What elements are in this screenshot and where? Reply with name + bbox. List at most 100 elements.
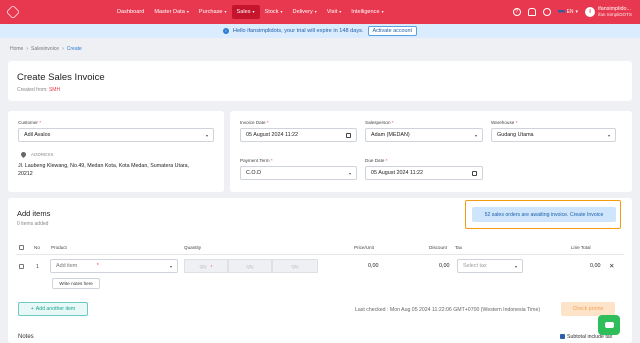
due-date-field[interactable]: 05 August 2024 11:22: [365, 166, 483, 180]
invoice-date-field[interactable]: 05 August 2024 11:22: [240, 128, 357, 142]
bell-icon[interactable]: [527, 8, 536, 16]
nav-item-label: Intelligence: [351, 9, 380, 15]
tax-select[interactable]: Select tax ▾: [457, 259, 523, 273]
nav-item-master-data[interactable]: Master Data ▾: [149, 5, 193, 19]
select-all-checkbox[interactable]: [19, 245, 24, 250]
add-another-item-label: Add another item: [35, 306, 76, 312]
nav-item-purchase[interactable]: Purchase ▾: [194, 5, 232, 19]
nav-item-sales[interactable]: Sales ▾: [231, 5, 260, 19]
invoice-details-card: Invoice Date * 05 August 2024 11:22 Sale…: [230, 111, 632, 192]
col-product: Product: [51, 245, 67, 250]
discount-value[interactable]: 0,00: [439, 263, 450, 269]
help-icon[interactable]: ?: [512, 8, 521, 16]
avatar: I: [585, 7, 596, 17]
payment-term-select[interactable]: C.O.D ▾: [240, 166, 357, 180]
customer-label: Customer *: [18, 120, 41, 125]
chevron-down-icon: ▾: [514, 263, 517, 269]
language-label: EN: [566, 9, 574, 15]
calendar-icon[interactable]: [346, 132, 351, 138]
nav-item-stock[interactable]: Stock ▾: [260, 5, 288, 19]
col-quantity: Quantity: [184, 245, 202, 250]
qty-input-3[interactable]: Qty: [272, 259, 318, 273]
breadcrumb: Home › Salesinvoice › Create: [10, 46, 82, 52]
created-from: Created from: SMH: [17, 87, 60, 93]
qty-input-2[interactable]: Qty: [228, 259, 272, 273]
col-tax: Tax: [455, 245, 463, 250]
check-promo-button[interactable]: Check promo: [561, 302, 615, 316]
warehouse-value: Gudang Utama: [497, 132, 534, 138]
write-notes-button[interactable]: Write notes here: [52, 278, 100, 289]
settings-icon[interactable]: [542, 8, 551, 16]
user-menu[interactable]: I ifansimplido... ifan SimpliDOTS: [585, 6, 632, 18]
awaiting-invoice-banner[interactable]: 52 sales orders are awaiting invoice. Cr…: [472, 207, 616, 222]
nav-item-label: Dashboard: [117, 9, 145, 15]
nav-item-label: Master Data: [154, 9, 185, 15]
trial-banner: i Hello ifansimplidots, your trial will …: [0, 24, 640, 38]
chevron-down-icon: ▾: [348, 170, 351, 176]
payment-term-value: C.O.D: [246, 170, 261, 176]
chevron-down-icon: ▾: [224, 9, 227, 14]
header-card: Create Sales Invoice Created from: SMH: [8, 61, 632, 101]
header-divider: [16, 254, 624, 255]
breadcrumb-create: Create: [66, 46, 82, 52]
nav-item-dashboard[interactable]: Dashboard: [112, 5, 149, 19]
activate-account-button[interactable]: Activate account: [367, 26, 418, 36]
nav-item-label: Delivery: [292, 9, 313, 15]
salesperson-select[interactable]: Adam (MEDAN) ▾: [365, 128, 483, 142]
qty-input-1[interactable]: Qty *: [184, 259, 228, 273]
warehouse-label: Warehouse *: [491, 120, 518, 125]
location-pin-icon: [19, 150, 28, 159]
row-checkbox[interactable]: [19, 264, 24, 269]
app-logo-icon[interactable]: [6, 5, 20, 19]
subtotal-include-tax-checkbox[interactable]: [560, 334, 565, 339]
price-value[interactable]: 0,00: [368, 263, 379, 269]
tax-placeholder: Select tax: [463, 263, 487, 269]
last-checked-text: Last checked : Mon Aug 05 2024 11:22:06 …: [355, 307, 541, 313]
customer-address: Jl. Laubeng Klewang, No.49, Medan Kota, …: [18, 163, 190, 177]
salesperson-label: Salesperson *: [365, 120, 394, 125]
due-date-label: Due Date *: [365, 158, 388, 163]
chevron-down-icon: ▾: [575, 9, 579, 15]
customer-card: Customer * Adil Avalos ▾ ADDRESS Jl. Lau…: [8, 111, 224, 192]
chevron-down-icon: ▾: [169, 263, 172, 269]
chevron-down-icon: ▾: [314, 9, 317, 14]
breadcrumb-home[interactable]: Home: [10, 46, 23, 52]
invoice-date-label: Invoice Date *: [240, 120, 269, 125]
flag-icon: [557, 9, 565, 15]
created-from-link[interactable]: SMH: [49, 87, 60, 93]
salesperson-value: Adam (MEDAN): [371, 132, 410, 138]
product-select[interactable]: Add item * ▾: [50, 259, 178, 273]
top-right-controls: ? EN ▾ I ifansimplido... ifan SimpliDOTS: [512, 0, 632, 24]
line-total-value: 0,00: [590, 263, 601, 269]
product-placeholder: Add item *: [56, 263, 99, 269]
breadcrumb-salesinvoice[interactable]: Salesinvoice: [31, 46, 59, 52]
customer-value: Adil Avalos: [24, 132, 51, 138]
invoice-date-value: 05 August 2024 11:22: [246, 132, 299, 138]
page-title: Create Sales Invoice: [17, 72, 105, 83]
chevron-down-icon: ▾: [280, 9, 283, 14]
chat-fab-button[interactable]: [598, 315, 620, 335]
warehouse-select[interactable]: Gudang Utama ▾: [491, 128, 616, 142]
chevron-down-icon: ▾: [186, 9, 189, 14]
calendar-icon[interactable]: [472, 170, 477, 176]
top-navbar: Dashboard Master Data ▾ Purchase ▾ Sales ▾ Stoc…: [0, 0, 640, 24]
chevron-down-icon: ▾: [381, 9, 384, 14]
nav-item-label: Sales: [236, 9, 251, 15]
chevron-down-icon: ▾: [339, 9, 342, 14]
col-line-total: Line Total: [571, 245, 591, 250]
chevron-down-icon: ▾: [607, 132, 610, 138]
nav-item-delivery[interactable]: Delivery ▾: [288, 5, 322, 19]
user-company: ifan SimpliDOTS: [598, 12, 632, 17]
language-selector[interactable]: EN ▾: [557, 9, 579, 15]
nav-item-intelligence[interactable]: Intelligence ▾: [346, 5, 388, 19]
main-nav: Dashboard Master Data ▾ Purchase ▾ Sales ▾ Stoc…: [112, 5, 389, 19]
customer-select[interactable]: Adil Avalos ▾: [18, 128, 214, 142]
add-items-heading: Add items: [17, 209, 51, 218]
created-from-label: Created from:: [17, 87, 48, 93]
add-another-item-button[interactable]: + Add another item: [18, 302, 88, 316]
col-no: No: [34, 245, 40, 250]
nav-item-visit[interactable]: Visit ▾: [322, 5, 346, 19]
trial-message: Hello ifansimplidots, your trial will ex…: [232, 28, 364, 34]
delete-row-icon[interactable]: ✕: [609, 262, 614, 270]
notes-label: Notes: [18, 334, 34, 340]
